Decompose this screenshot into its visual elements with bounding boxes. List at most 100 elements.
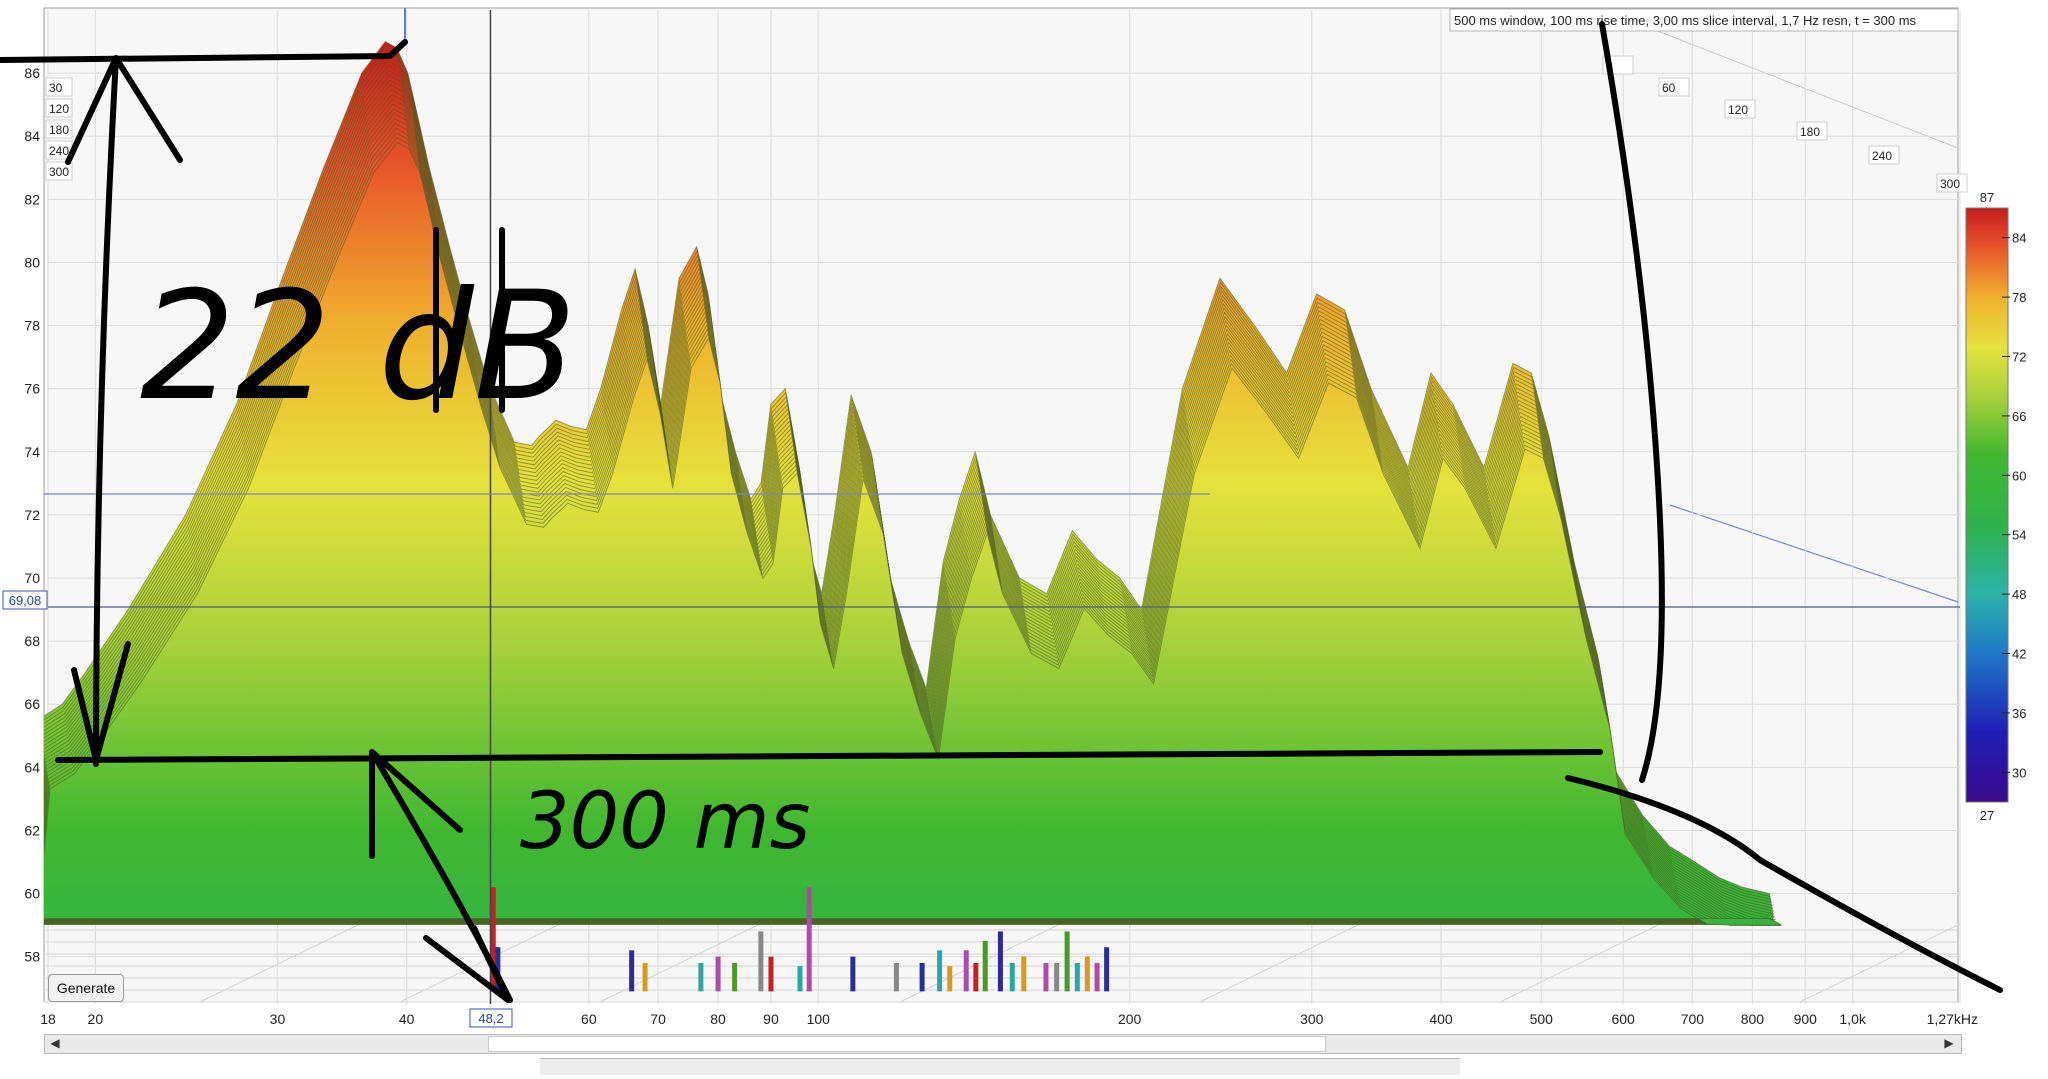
colorbar-max-label: 87 [1980, 190, 1994, 205]
x-tick-label: 400 [1429, 1011, 1453, 1027]
generate-button[interactable]: Generate [48, 974, 124, 1002]
modal-bar [850, 956, 856, 992]
colorbar-tick-label: 36 [2012, 706, 2026, 721]
y-tick-label: 70 [24, 570, 40, 586]
colorbar-tick-label: 42 [2012, 647, 2026, 662]
x-tick-label: 800 [1741, 1011, 1765, 1027]
time-tick-label: 300 [1940, 177, 1960, 191]
y-tick-label: 74 [24, 444, 40, 460]
y-tick-label: 62 [24, 822, 40, 838]
modal-bar [732, 962, 738, 992]
colorbar-min-label: 27 [1980, 808, 1994, 823]
colorbar-legend: 87 27 84 78 72 66 60 54 48 42 36 30 [1965, 190, 2026, 823]
colorbar-tick-label: 60 [2012, 468, 2026, 483]
x-axis-ticks: 18 20 30 40 60 70 80 90 100 200 300 400 500 600 700 800… [40, 1011, 1978, 1027]
x-tick-label: 70 [650, 1011, 666, 1027]
y-tick-label: 72 [24, 507, 40, 523]
x-tick-label: 300 [1300, 1011, 1324, 1027]
modal-bar [1074, 962, 1080, 992]
modal-bar [1104, 947, 1110, 992]
y-tick-label: 60 [24, 886, 40, 902]
x-tick-label: 500 [1530, 1011, 1554, 1027]
colorbar-gradient [1965, 207, 2009, 803]
x-tick-label: 80 [710, 1011, 726, 1027]
x-tick-label: 100 [807, 1011, 831, 1027]
y-tick-label: 82 [24, 191, 40, 207]
x-tick-label: 1,27kHz [1927, 1011, 1978, 1027]
y-tick-label: 64 [24, 759, 40, 775]
x-tick-label: 900 [1794, 1011, 1818, 1027]
colorbar-tick-label: 72 [2012, 350, 2026, 365]
modal-bar [642, 962, 648, 992]
modal-bar [1009, 962, 1015, 992]
scroll-left-arrow-icon[interactable]: ◀ [46, 1034, 64, 1052]
modal-bar [768, 956, 774, 992]
modal-bar [1084, 956, 1090, 992]
waterfall-chart[interactable]: 58 60 62 64 66 68 70 72 74 76 78 80 82 84 86 18 20 30 40 6… [0, 0, 2048, 1074]
x-tick-label: 700 [1681, 1011, 1705, 1027]
time-tick-label: 180 [49, 123, 69, 137]
time-tick-label: 240 [49, 144, 69, 158]
modal-bar [1094, 962, 1100, 992]
modal-bar [1021, 956, 1027, 992]
modal-bar [973, 962, 979, 992]
modal-bar [629, 950, 635, 992]
x-tick-label: 600 [1611, 1011, 1635, 1027]
modal-bar [715, 956, 721, 992]
annotation-time-text: 300 ms [520, 777, 810, 867]
cursor-y-readout: 69,08 [9, 593, 42, 608]
colorbar-tick-label: 48 [2012, 587, 2026, 602]
scroll-right-arrow-icon[interactable]: ▶ [1940, 1034, 1958, 1052]
time-tick-label: 30 [49, 81, 63, 95]
modal-bar [919, 962, 925, 992]
modal-bar [1054, 962, 1060, 992]
x-tick-label: 200 [1118, 1011, 1142, 1027]
x-tick-label: 60 [581, 1011, 597, 1027]
modal-bar [1043, 962, 1049, 992]
modal-bar [797, 966, 803, 992]
time-tick-label: 240 [1872, 149, 1892, 163]
time-tick-label: 120 [49, 102, 69, 116]
modal-bar [982, 940, 988, 992]
colorbar-tick-label: 30 [2012, 765, 2026, 780]
modal-bar [893, 962, 899, 992]
x-tick-label: 20 [88, 1011, 104, 1027]
modal-bar [947, 966, 953, 992]
time-tick-label: 300 [49, 165, 69, 179]
x-tick-label: 40 [399, 1011, 415, 1027]
y-tick-label: 80 [24, 254, 40, 270]
modal-bar [698, 962, 704, 992]
y-tick-label: 76 [24, 381, 40, 397]
modal-bar [758, 931, 764, 992]
time-tick-label: 60 [1662, 81, 1676, 95]
y-tick-label: 84 [24, 128, 40, 144]
cursor-x-readout: 48,2 [478, 1011, 503, 1026]
colorbar-tick-label: 66 [2012, 409, 2026, 424]
y-tick-label: 68 [24, 633, 40, 649]
colorbar-tick-label: 84 [2012, 231, 2026, 246]
status-strip [540, 1058, 1460, 1075]
modal-bar [963, 950, 969, 992]
settings-info-text: 500 ms window, 100 ms rise time, 3,00 ms… [1454, 13, 1917, 28]
colorbar-tick-label: 54 [2012, 528, 2026, 543]
time-tick-label: 120 [1728, 103, 1748, 117]
x-tick-label: 90 [763, 1011, 779, 1027]
x-tick-label: 18 [40, 1011, 56, 1027]
settings-info-box: 500 ms window, 100 ms rise time, 3,00 ms… [1449, 8, 1959, 32]
modal-bar [997, 931, 1003, 992]
modal-bar [937, 950, 943, 992]
annotation-range-text: 22 dB [140, 260, 577, 434]
modal-bar [806, 887, 812, 992]
time-tick-label: 180 [1800, 125, 1820, 139]
x-tick-label: 30 [270, 1011, 286, 1027]
waterfall-plot-window: 58 60 62 64 66 68 70 72 74 76 78 80 82 84 86 18 20 30 40 6… [0, 0, 2048, 1075]
y-axis-ticks: 58 60 62 64 66 68 70 72 74 76 78 80 82 84 86 [24, 65, 40, 965]
y-tick-label: 66 [24, 696, 40, 712]
x-tick-label: 1,0k [1839, 1011, 1866, 1027]
y-tick-label: 58 [24, 949, 40, 965]
colorbar-tick-label: 78 [2012, 290, 2026, 305]
modal-bar [1064, 931, 1070, 992]
horizontal-scrollbar-thumb[interactable] [488, 1036, 1326, 1052]
y-tick-label: 86 [24, 65, 40, 81]
y-tick-label: 78 [24, 318, 40, 334]
